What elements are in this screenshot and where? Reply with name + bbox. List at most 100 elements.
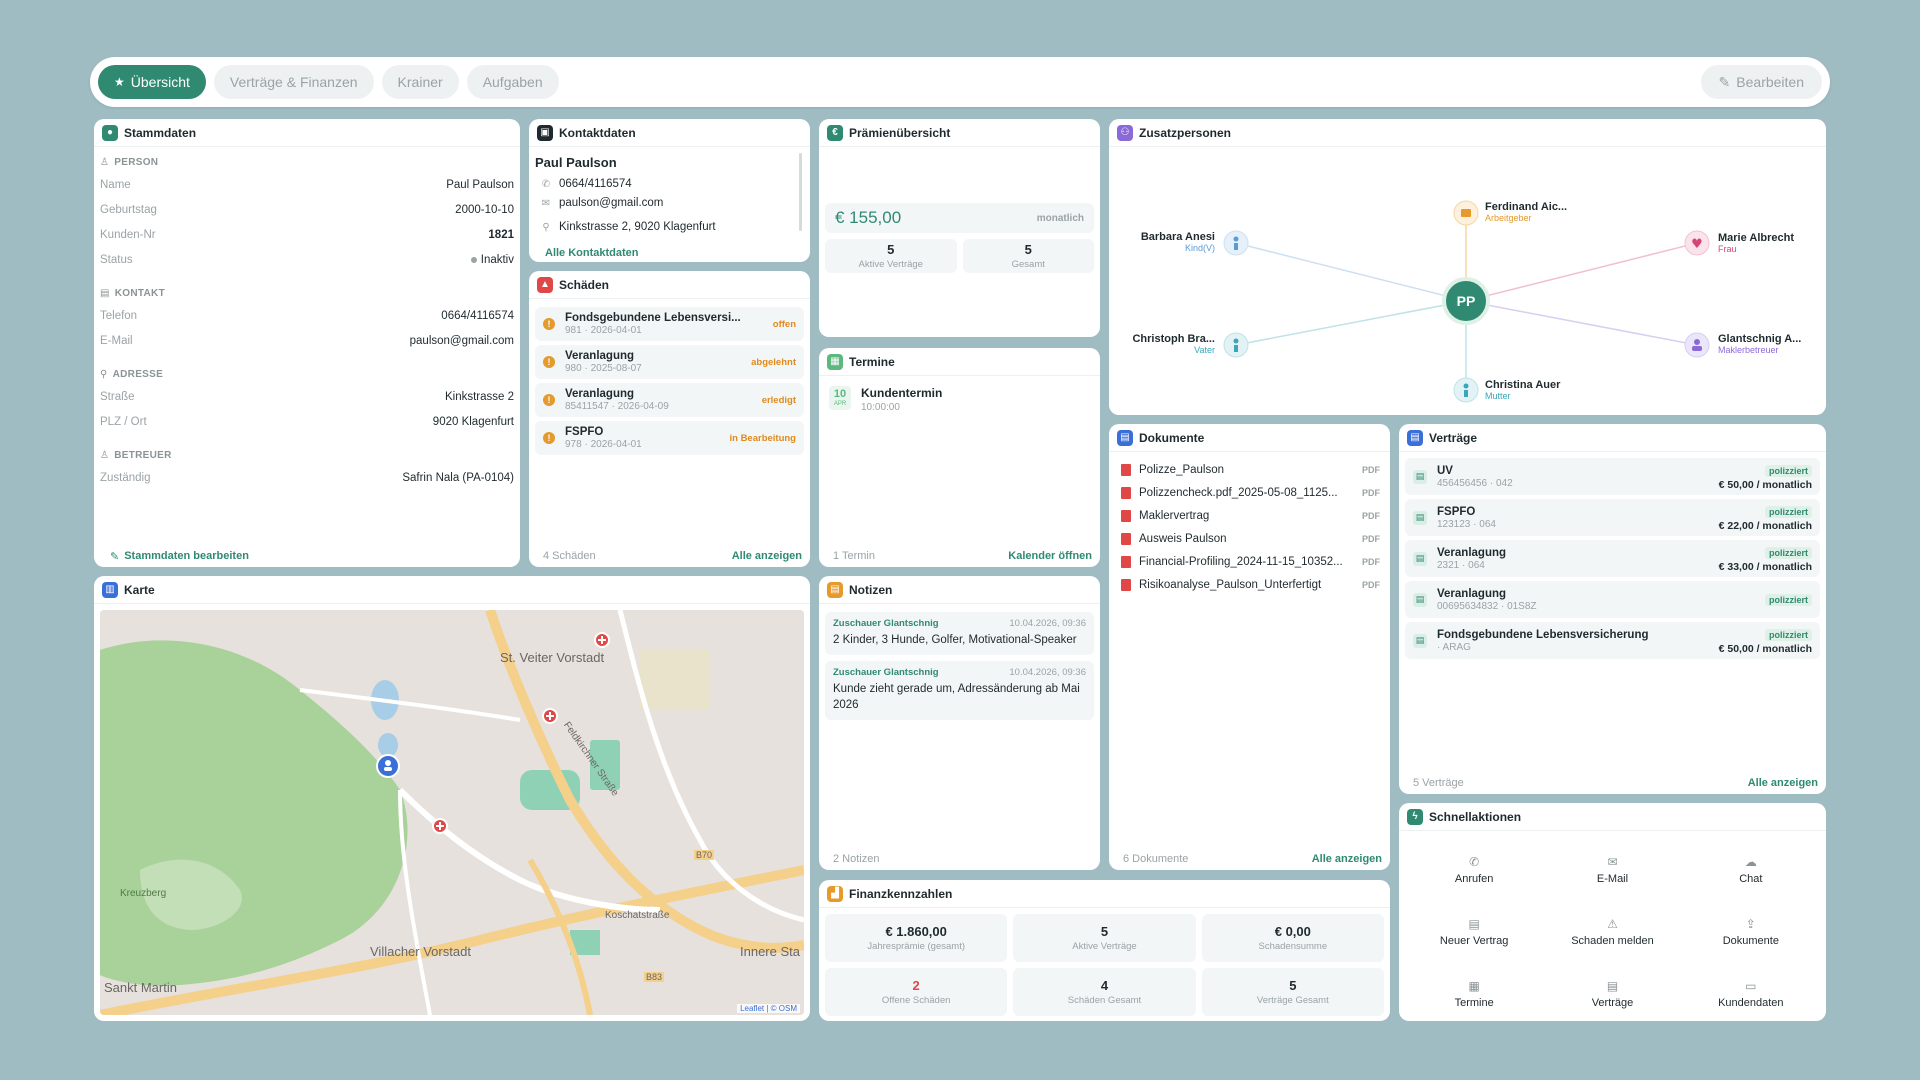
action-chat[interactable]: ☁ Chat	[1682, 841, 1820, 899]
map-label: B83	[644, 972, 665, 982]
location-pin-icon: ⚲	[542, 221, 550, 233]
person-node[interactable]: Glantschnig A... Maklerbetreuer	[1684, 332, 1801, 358]
finanz-value: € 1.860,00	[885, 924, 947, 939]
contact-name: Paul Paulson	[535, 155, 617, 170]
warning-icon: ▲	[537, 276, 553, 293]
scrollbar[interactable]	[799, 153, 802, 231]
list-item[interactable]: Zuschauer Glantschnig 10.04.2026, 09:36 2…	[825, 612, 1094, 655]
all-contacts-link[interactable]: Alle Kontaktdaten	[545, 247, 639, 259]
list-item[interactable]: Polizzencheck.pdf_2025-05-08_1125... PDF	[1109, 481, 1390, 504]
tab-aufgaben[interactable]: Aufgaben	[466, 65, 559, 99]
action-email[interactable]: ✉ E-Mail	[1543, 841, 1681, 899]
map-marker-claim[interactable]	[432, 818, 448, 834]
claim-title: Fondsgebundene Lebensversi...	[565, 312, 741, 324]
action-neuer-vertrag[interactable]: ▤ Neuer Vertrag	[1405, 903, 1543, 961]
kv-key: Status	[100, 254, 133, 266]
dokumente-count: 6 Dokumente	[1123, 853, 1189, 865]
map-attribution[interactable]: Leaflet | © OSM	[737, 1004, 800, 1013]
finanz-label: Jahresprämie (gesamt)	[867, 941, 965, 952]
contact-email[interactable]: ✉ paulson@gmail.com	[529, 193, 810, 212]
person-node[interactable]: Christina Auer Mutter	[1453, 377, 1561, 403]
kv-key: Geburtstag	[100, 204, 157, 216]
status-badge: polizziert	[1764, 628, 1812, 641]
tab-uebersicht[interactable]: ★ Übersicht	[98, 65, 206, 99]
action-label: Kundendaten	[1718, 997, 1784, 1009]
list-item[interactable]: ! Veranlagung 980 · 2025-08-07 abgelehnt	[535, 345, 804, 379]
contact-address: ⚲ Kinkstrasse 2, 9020 Klagenfurt	[529, 212, 810, 236]
kv-value: Kinkstrasse 2	[444, 391, 514, 403]
graph-edge	[1465, 300, 1698, 346]
action-label: Verträge	[1591, 997, 1634, 1009]
karte-title: Karte	[124, 582, 155, 597]
action-anrufen[interactable]: ✆ Anrufen	[1405, 841, 1543, 899]
list-item[interactable]: Maklervertrag PDF	[1109, 504, 1390, 527]
pencil-icon: ✎	[1718, 73, 1731, 90]
tab-vertraege-finanzen[interactable]: Verträge & Finanzen	[213, 65, 374, 99]
contact-address-value: Kinkstrasse 2, 9020 Klagenfurt	[559, 221, 716, 233]
person-name: Christoph Bra...	[1132, 333, 1215, 345]
praemien-header: € Prämienübersicht	[819, 119, 1100, 147]
schaeden-footer: 4 Schäden Alle anzeigen	[529, 545, 810, 567]
kv-key: Zuständig	[100, 472, 151, 484]
stat-total: 5 Gesamt	[962, 239, 1094, 273]
calendar-open-link[interactable]: Kalender öffnen	[1008, 550, 1092, 562]
kv-key: Kunden-Nr	[100, 229, 156, 241]
map-marker-claim[interactable]	[542, 708, 558, 724]
list-item[interactable]: Polizze_Paulson PDF	[1109, 458, 1390, 481]
schaeden-title: Schäden	[559, 277, 610, 292]
list-item[interactable]: Financial-Profiling_2024-11-15_10352... P…	[1109, 550, 1390, 573]
person-node[interactable]: Barbara Anesi Kind(V)	[1141, 230, 1249, 256]
pdf-icon	[1121, 555, 1131, 568]
list-item[interactable]: ! Fondsgebundene Lebensversi... 981 · 2026…	[535, 307, 804, 341]
stammdaten-edit-link[interactable]: ✎ Stammdaten bearbeiten	[94, 545, 520, 567]
map-marker-claim[interactable]	[594, 632, 610, 648]
list-item[interactable]: ▤ UV 456456456 · 042 polizziert € 50,00 / mo…	[1405, 458, 1820, 495]
person-name: Ferdinand Aic...	[1485, 201, 1567, 213]
contact-phone-value: 0664/4116574	[559, 178, 632, 190]
person-node[interactable]: Ferdinand Aic... Arbeitgeber	[1453, 200, 1567, 226]
edit-button[interactable]: ✎ Bearbeiten	[1700, 65, 1822, 99]
kv-value: Paul Paulson	[446, 179, 514, 191]
person-head	[1233, 236, 1239, 242]
list-item[interactable]: ! Veranlagung 85411547 · 2026-04-09 erledig…	[535, 383, 804, 417]
kv-row: E-Mail paulson@gmail.com	[94, 328, 520, 353]
person-head	[1694, 339, 1700, 345]
list-item[interactable]: ! FSPFO 978 · 2026-04-01 in Bearbeitung	[535, 421, 804, 455]
stammdaten-card: ● Stammdaten ♙ PERSON Name Paul Paulson Ge…	[94, 119, 520, 567]
contact-phone[interactable]: ✆ 0664/4116574	[529, 174, 810, 193]
person-name: Marie Albrecht	[1718, 232, 1794, 244]
person-node[interactable]: Christoph Bra... Vater	[1132, 332, 1249, 358]
vertraege-all-link[interactable]: Alle anzeigen	[1748, 777, 1818, 789]
list-item[interactable]: ▤ Fondsgebundene Lebensversicherung · ARAG…	[1405, 622, 1820, 659]
action-termine[interactable]: ▦ Termine	[1405, 965, 1543, 1021]
action-schaden-melden[interactable]: ⚠ Schaden melden	[1543, 903, 1681, 961]
action-dokumente[interactable]: ⇪ Dokumente	[1682, 903, 1820, 961]
pdf-icon	[1121, 486, 1131, 499]
document-plus-icon: ▤	[1468, 917, 1480, 931]
map-marker-customer[interactable]	[376, 754, 400, 778]
contract-price: € 22,00 / monatlich	[1718, 519, 1812, 532]
list-item[interactable]: Risikoanalyse_Paulson_Unterfertigt PDF	[1109, 573, 1390, 596]
pdf-icon	[1121, 532, 1131, 545]
action-vertraege[interactable]: ▤ Verträge	[1543, 965, 1681, 1021]
mail-icon: ✉	[541, 197, 551, 209]
contract-name: Fondsgebundene Lebensversicherung	[1437, 628, 1649, 641]
list-item[interactable]: ▤ Veranlagung 00695634832 · 01S8Z polizzier…	[1405, 581, 1820, 618]
claim-title: Veranlagung	[565, 350, 635, 362]
termine-footer: 1 Termin Kalender öffnen	[819, 545, 1100, 567]
list-item[interactable]: ▤ Veranlagung 2321 · 064 polizziert € 33,00 …	[1405, 540, 1820, 577]
kv-row: Kunden-Nr 1821	[94, 222, 520, 247]
list-item[interactable]: 10 APR Kundentermin 10:00:00	[819, 376, 1100, 423]
map-label: Koschatstraße	[605, 910, 670, 921]
tab-krainer[interactable]: Krainer	[381, 65, 459, 99]
person-node[interactable]: ♥ Marie Albrecht Frau	[1684, 230, 1794, 256]
list-item[interactable]: Zuschauer Glantschnig 10.04.2026, 09:36 K…	[825, 661, 1094, 720]
list-item[interactable]: Ausweis Paulson PDF	[1109, 527, 1390, 550]
schaeden-all-link[interactable]: Alle anzeigen	[732, 550, 802, 562]
dokumente-all-link[interactable]: Alle anzeigen	[1312, 853, 1382, 865]
list-item[interactable]: ▤ FSPFO 123123 · 064 polizziert € 22,00 / mo…	[1405, 499, 1820, 536]
contract-name: UV	[1437, 464, 1453, 477]
finanz-grid: € 1.860,00 Jahresprämie (gesamt) 5 Aktive …	[819, 908, 1390, 1021]
map-view[interactable]: St. Veiter Vorstadt Villacher Vorstadt S…	[100, 610, 804, 1015]
action-kundendaten[interactable]: ▭ Kundendaten	[1682, 965, 1820, 1021]
